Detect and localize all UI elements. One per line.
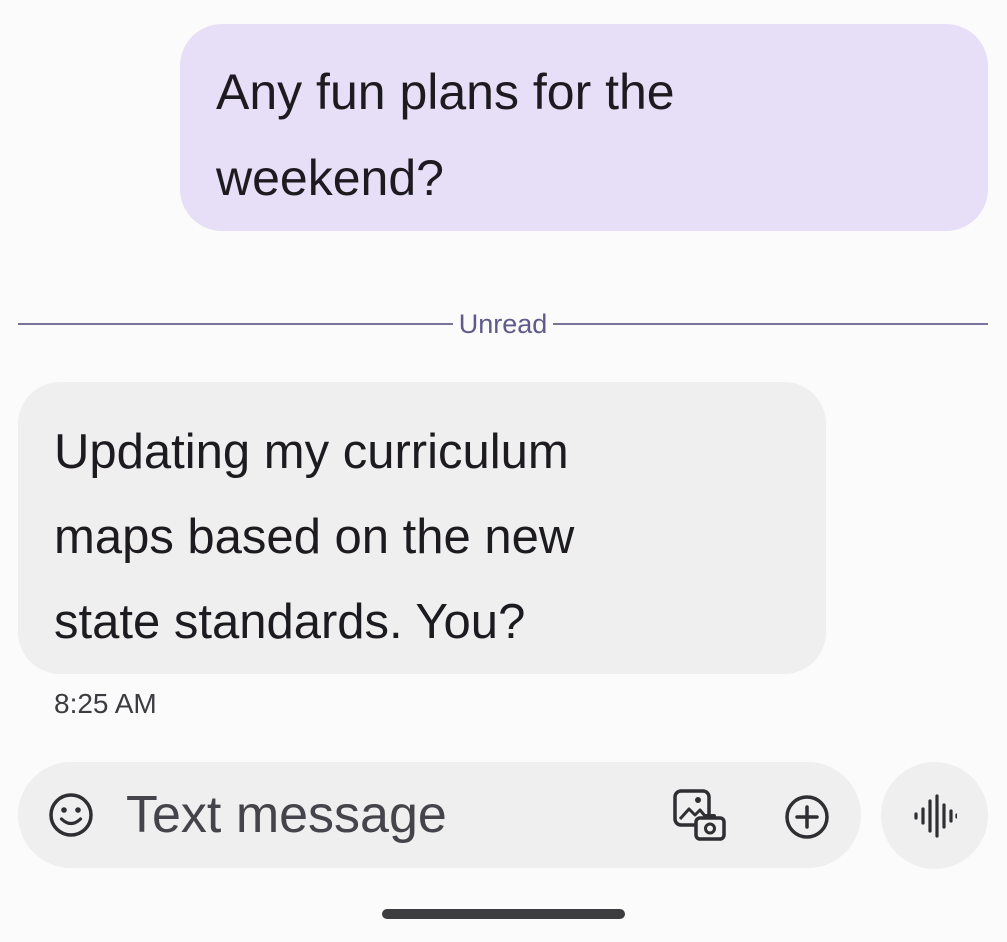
home-indicator[interactable] — [382, 909, 625, 919]
message-line: Any fun plans for the — [216, 64, 675, 120]
unread-divider: Unread — [18, 306, 988, 342]
messages-screen: Any fun plans for the weekend? Unread Up… — [0, 0, 1007, 942]
unread-label: Unread — [458, 309, 548, 339]
divider-line-right — [553, 323, 988, 325]
message-line: maps based on the new — [54, 510, 575, 564]
message-line: Updating my curriculum — [54, 425, 569, 479]
incoming-message-bubble[interactable]: Updating my curriculum maps based on the… — [18, 382, 826, 674]
message-line: weekend? — [216, 150, 444, 206]
voice-message-button[interactable] — [881, 762, 988, 869]
outgoing-message-bubble[interactable]: Any fun plans for the weekend? — [180, 24, 988, 231]
message-timestamp: 8:25 AM — [54, 688, 157, 719]
add-icon[interactable] — [784, 794, 830, 840]
emoji-icon[interactable] — [48, 792, 94, 838]
compose-bar — [18, 762, 861, 868]
voice-icon — [914, 794, 957, 838]
message-input[interactable] — [126, 782, 646, 848]
gallery-icon[interactable] — [672, 788, 728, 844]
divider-line-left — [18, 323, 453, 325]
message-line: state standards. You? — [54, 595, 526, 649]
